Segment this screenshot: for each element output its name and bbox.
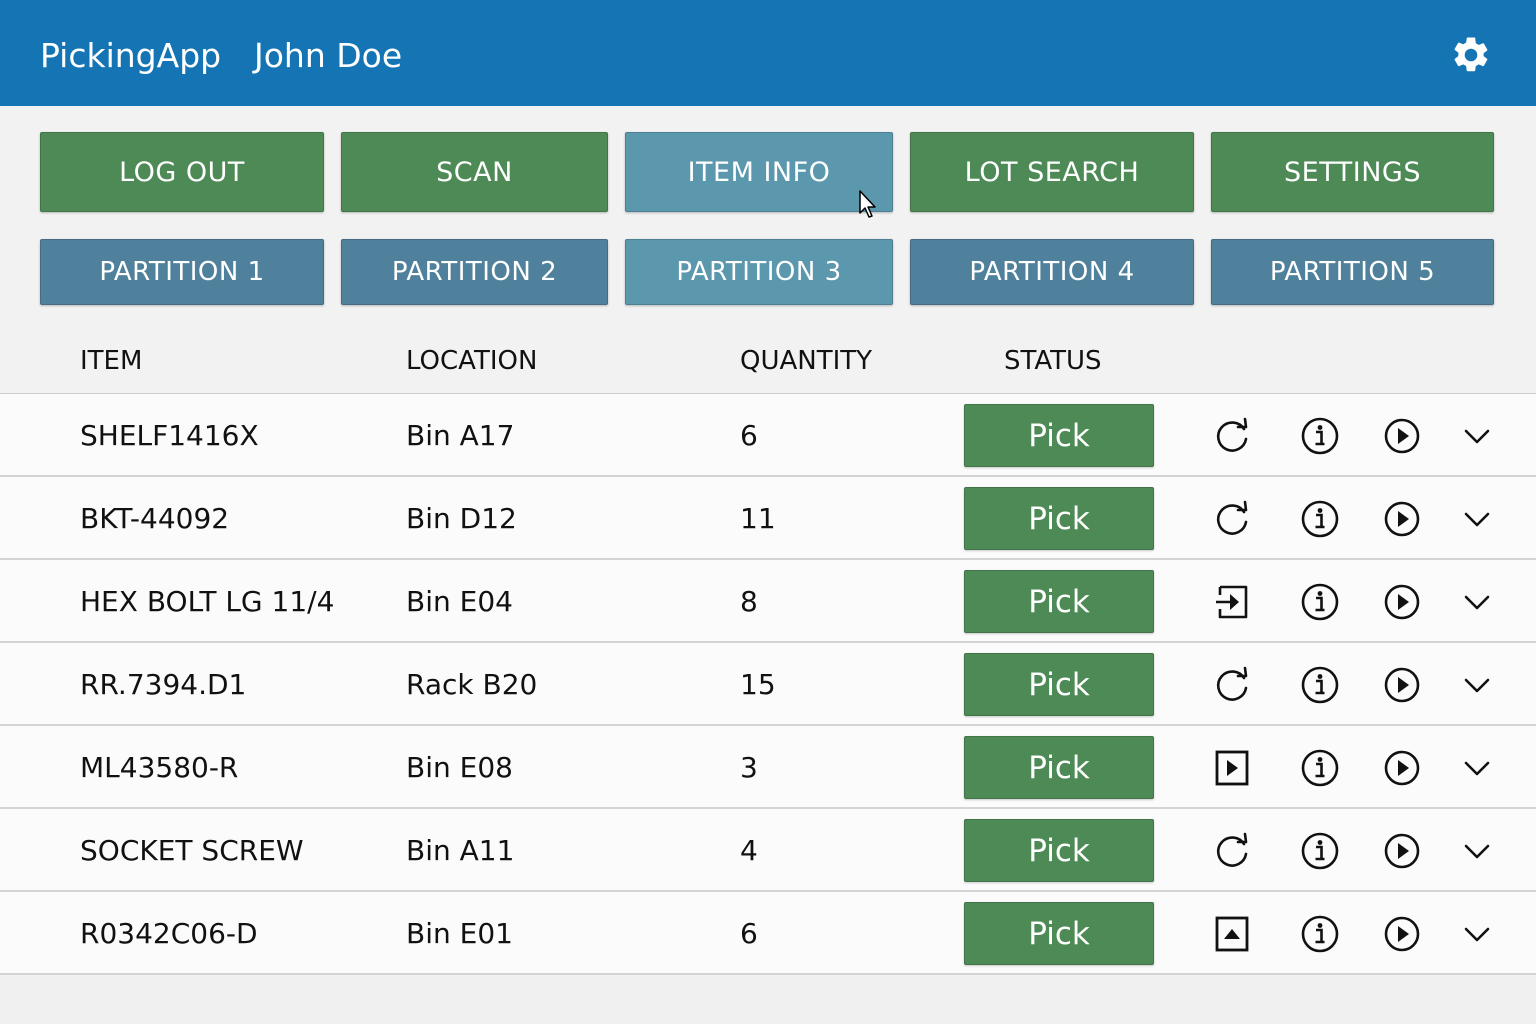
play-icon[interactable]: [1381, 913, 1423, 955]
play-square-icon[interactable]: [1211, 747, 1253, 789]
info-icon[interactable]: [1299, 747, 1341, 789]
item-code: HEX BOLT LG 11/4: [80, 585, 335, 618]
settings-button[interactable]: SETTINGS: [1211, 132, 1494, 212]
item-quantity: 11: [740, 502, 776, 535]
item-quantity: 3: [740, 751, 758, 784]
refresh-icon[interactable]: [1211, 664, 1253, 706]
item-code: RR.7394.D1: [80, 668, 247, 701]
item-location: Rack B20: [406, 668, 538, 701]
item-quantity: 15: [740, 668, 776, 701]
table-row[interactable]: RR.7394.D1 Rack B20 15 Pick: [0, 643, 1536, 726]
pick-button[interactable]: Pick: [964, 902, 1154, 965]
tab-partition-5[interactable]: PARTITION 5: [1211, 239, 1494, 305]
play-icon[interactable]: [1381, 747, 1423, 789]
table-row[interactable]: BKT-44092 Bin D12 11 Pick: [0, 477, 1536, 560]
scan-button[interactable]: SCAN: [341, 132, 608, 212]
item-code: BKT-44092: [80, 502, 230, 535]
mouse-cursor-icon: [859, 190, 876, 218]
item-info-button[interactable]: ITEM INFO: [625, 132, 893, 212]
lot-search-button[interactable]: LOT SEARCH: [910, 132, 1194, 212]
play-icon[interactable]: [1381, 581, 1423, 623]
pick-button[interactable]: Pick: [964, 570, 1154, 633]
play-icon[interactable]: [1381, 415, 1423, 457]
chevron-down-icon[interactable]: [1456, 498, 1498, 540]
move-in-icon[interactable]: [1211, 581, 1253, 623]
pick-button[interactable]: Pick: [964, 653, 1154, 716]
item-quantity: 6: [740, 419, 758, 452]
gear-icon[interactable]: [1450, 34, 1492, 76]
item-location: Bin E01: [406, 917, 513, 950]
refresh-icon[interactable]: [1211, 830, 1253, 872]
table-row[interactable]: ML43580-R Bin E08 3 Pick: [0, 726, 1536, 809]
info-icon[interactable]: [1299, 913, 1341, 955]
info-icon[interactable]: [1299, 830, 1341, 872]
tab-partition-3[interactable]: PARTITION 3: [625, 239, 893, 305]
table-row[interactable]: SOCKET SCREW Bin A11 4 Pick: [0, 809, 1536, 892]
info-icon[interactable]: [1299, 415, 1341, 457]
play-icon[interactable]: [1381, 498, 1423, 540]
item-code: ML43580-R: [80, 751, 239, 784]
chevron-down-icon[interactable]: [1456, 913, 1498, 955]
pick-button[interactable]: Pick: [964, 487, 1154, 550]
app-header: PickingApp John Doe: [0, 0, 1536, 106]
tab-partition-2[interactable]: PARTITION 2: [341, 239, 608, 305]
app-name: PickingApp: [40, 36, 222, 75]
user-name[interactable]: John Doe: [254, 34, 402, 78]
column-header-location: LOCATION: [406, 346, 538, 376]
chevron-down-icon[interactable]: [1456, 664, 1498, 706]
footer-area: [0, 976, 1536, 1024]
tab-partition-1[interactable]: PARTITION 1: [40, 239, 324, 305]
up-square-icon[interactable]: [1211, 913, 1253, 955]
item-quantity: 6: [740, 917, 758, 950]
play-icon[interactable]: [1381, 664, 1423, 706]
table-row[interactable]: HEX BOLT LG 11/4 Bin E04 8 Pick: [0, 560, 1536, 643]
play-icon[interactable]: [1381, 830, 1423, 872]
picking-table: SHELF1416X Bin A17 6 Pick BKT-44092 Bin D12 11…: [0, 393, 1536, 975]
column-header-quantity: QUANTITY: [740, 346, 873, 376]
chevron-down-icon[interactable]: [1456, 747, 1498, 789]
item-quantity: 8: [740, 585, 758, 618]
info-icon[interactable]: [1299, 664, 1341, 706]
table-row[interactable]: SHELF1416X Bin A17 6 Pick: [0, 394, 1536, 477]
column-header-status: STATUS: [1004, 346, 1102, 376]
log-out-button[interactable]: LOG OUT: [40, 132, 324, 212]
info-icon[interactable]: [1299, 498, 1341, 540]
chevron-down-icon[interactable]: [1456, 415, 1498, 457]
item-code: R0342C06-D: [80, 917, 258, 950]
pick-button[interactable]: Pick: [964, 819, 1154, 882]
chevron-down-icon[interactable]: [1456, 830, 1498, 872]
item-code: SHELF1416X: [80, 419, 259, 452]
tab-partition-4[interactable]: PARTITION 4: [910, 239, 1194, 305]
item-code: SOCKET SCREW: [80, 834, 304, 867]
item-quantity: 4: [740, 834, 758, 867]
table-row[interactable]: R0342C06-D Bin E01 6 Pick: [0, 892, 1536, 975]
item-location: Bin A17: [406, 419, 515, 452]
item-location: Bin A11: [406, 834, 515, 867]
refresh-icon[interactable]: [1211, 498, 1253, 540]
chevron-down-icon[interactable]: [1456, 581, 1498, 623]
pick-button[interactable]: Pick: [964, 736, 1154, 799]
info-icon[interactable]: [1299, 581, 1341, 623]
item-location: Bin E08: [406, 751, 513, 784]
pick-button[interactable]: Pick: [964, 404, 1154, 467]
item-location: Bin E04: [406, 585, 513, 618]
refresh-icon[interactable]: [1211, 415, 1253, 457]
item-location: Bin D12: [406, 502, 517, 535]
column-header-item: ITEM: [80, 346, 143, 376]
